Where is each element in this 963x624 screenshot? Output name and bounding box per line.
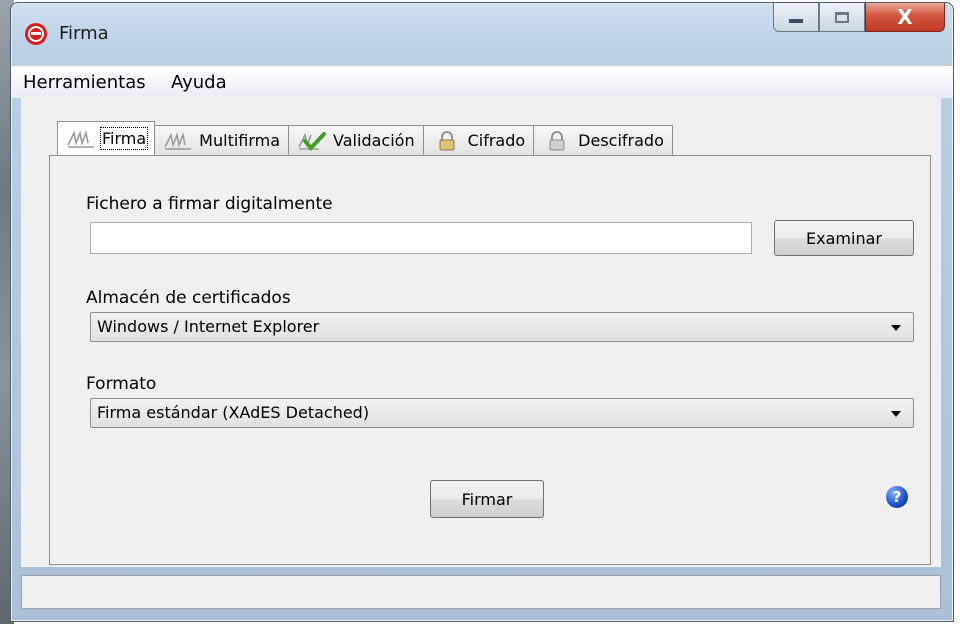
menu-herramientas[interactable]: Herramientas bbox=[23, 72, 146, 93]
tab-panel-firma: Fichero a firmar digitalmente Examinar A… bbox=[49, 155, 931, 565]
lock-closed-icon bbox=[549, 130, 565, 150]
close-button[interactable]: X bbox=[865, 3, 945, 32]
format-label: Formato bbox=[86, 374, 157, 394]
tab-label: Validación bbox=[333, 131, 415, 150]
minimize-icon bbox=[789, 19, 803, 23]
maximize-icon bbox=[835, 11, 849, 23]
chevron-down-icon bbox=[891, 411, 901, 417]
status-bar bbox=[21, 575, 941, 609]
validate-check-icon bbox=[298, 131, 327, 151]
client-area: Firma Multifirma Validación Cifrado Desc… bbox=[21, 97, 941, 567]
tab-label: Descifrado bbox=[578, 131, 664, 150]
maximize-button[interactable] bbox=[819, 3, 865, 32]
signature-icon bbox=[164, 131, 192, 150]
tab-label: Multifirma bbox=[199, 131, 281, 150]
sign-button[interactable]: Firmar bbox=[430, 480, 544, 518]
tab-validacion[interactable]: Validación bbox=[288, 125, 424, 155]
close-icon: X bbox=[897, 5, 913, 29]
menu-ayuda[interactable]: Ayuda bbox=[171, 72, 227, 93]
title-bar[interactable]: Firma X bbox=[11, 3, 953, 63]
window-title: Firma bbox=[59, 23, 109, 44]
tab-bar: Firma Multifirma Validación Cifrado Desc… bbox=[57, 121, 673, 155]
tab-descifrado[interactable]: Descifrado bbox=[533, 125, 673, 155]
app-logo-icon bbox=[25, 23, 47, 45]
lock-open-icon bbox=[439, 130, 455, 150]
signature-icon bbox=[67, 129, 94, 148]
tab-firma[interactable]: Firma bbox=[57, 121, 156, 155]
file-path-input[interactable] bbox=[90, 222, 752, 254]
certificate-store-value: Windows / Internet Explorer bbox=[97, 317, 320, 336]
tab-multifirma[interactable]: Multifirma bbox=[154, 125, 290, 155]
tab-cifrado[interactable]: Cifrado bbox=[422, 125, 535, 155]
menu-bar: Herramientas Ayuda bbox=[11, 65, 953, 98]
minimize-button[interactable] bbox=[773, 3, 819, 32]
help-icon[interactable]: ? bbox=[886, 486, 908, 508]
chevron-down-icon bbox=[891, 325, 901, 331]
store-label: Almacén de certificados bbox=[86, 288, 291, 308]
format-select[interactable]: Firma estándar (XAdES Detached) bbox=[90, 398, 914, 428]
certificate-store-select[interactable]: Windows / Internet Explorer bbox=[90, 312, 914, 342]
browse-button[interactable]: Examinar bbox=[774, 220, 914, 256]
tab-label: Cifrado bbox=[467, 131, 526, 150]
app-window: Firma X Herramientas Ayuda Firma Multifi… bbox=[10, 2, 954, 622]
format-value: Firma estándar (XAdES Detached) bbox=[97, 403, 370, 422]
tab-label: Firma bbox=[99, 127, 149, 150]
file-label: Fichero a firmar digitalmente bbox=[86, 194, 333, 214]
